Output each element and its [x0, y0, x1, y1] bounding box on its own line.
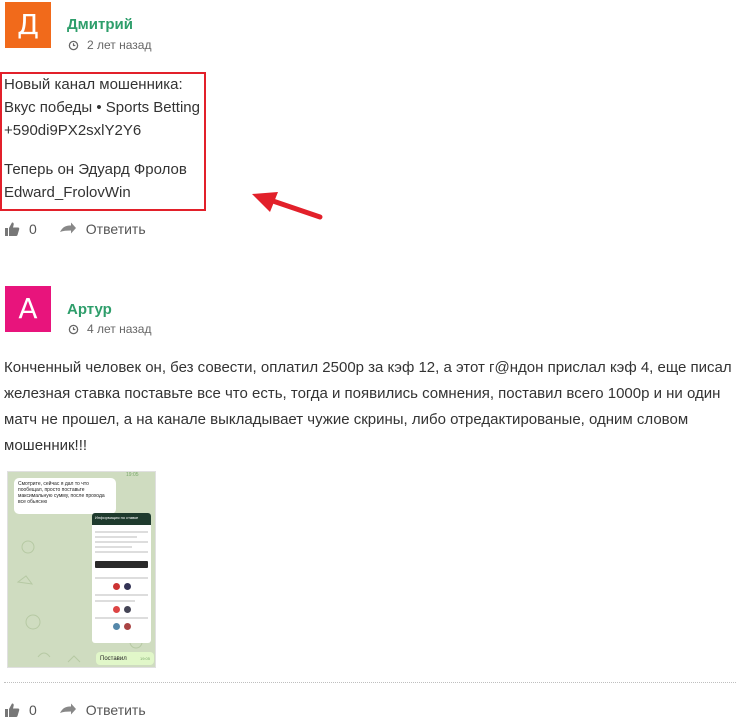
- comment-actions: 0 Ответить: [4, 221, 146, 237]
- attached-screenshot[interactable]: Смотрите, сейчас я дал то что пообещал, …: [7, 471, 156, 668]
- bet-card-button: Показать все матчи: [95, 561, 148, 575]
- chat-message-text: Смотрите, сейчас я дал то что пообещал, …: [18, 481, 105, 505]
- comment-meta: 2 лет назад: [68, 38, 151, 52]
- reply-arrow-icon: [59, 222, 76, 234]
- thumbs-up-icon: [5, 222, 20, 236]
- clock-icon: [68, 40, 79, 50]
- reply-arrow-icon: [59, 703, 76, 715]
- reply-button[interactable]: Ответить: [59, 221, 146, 237]
- chat-reply-text: Поставил: [100, 655, 127, 662]
- divider: [4, 682, 736, 683]
- like-button[interactable]: 0: [4, 702, 37, 718]
- bet-card-title: Информация по ставке: [95, 515, 139, 520]
- reply-button[interactable]: Ответить: [59, 702, 146, 718]
- comment-meta: 4 лет назад: [68, 322, 151, 336]
- clock-icon: [68, 324, 79, 334]
- red-arrow-icon: [252, 192, 323, 220]
- like-button[interactable]: 0: [4, 221, 37, 237]
- chat-message-bubble: Смотрите, сейчас я дал то что пообещал, …: [14, 478, 116, 514]
- bet-info-card: Информация по ставке Показать все матчи: [92, 513, 151, 643]
- author-name[interactable]: Артур: [67, 301, 112, 318]
- like-count: 0: [29, 221, 37, 237]
- avatar: Д: [5, 2, 51, 48]
- avatar: А: [5, 286, 51, 332]
- chat-reply-bubble: Поставил 19:05: [96, 652, 154, 665]
- comment-text: Конченный человек он, без совести, оплат…: [4, 359, 732, 454]
- comment-actions: 0 Ответить: [4, 702, 146, 718]
- like-count: 0: [29, 702, 37, 718]
- reply-label: Ответить: [85, 221, 146, 237]
- thumbs-up-icon: [5, 703, 20, 717]
- chat-message-time: 19:05: [126, 472, 139, 478]
- bet-card-header: Информация по ставке: [92, 513, 151, 525]
- reply-label: Ответить: [85, 702, 146, 718]
- highlight-box: [0, 72, 206, 211]
- author-name[interactable]: Дмитрий: [67, 16, 133, 33]
- comment-time: 2 лет назад: [87, 38, 152, 52]
- chat-reply-time: 19:05: [139, 656, 150, 661]
- comment-time: 4 лет назад: [87, 322, 152, 336]
- bet-card-rows: [92, 525, 151, 559]
